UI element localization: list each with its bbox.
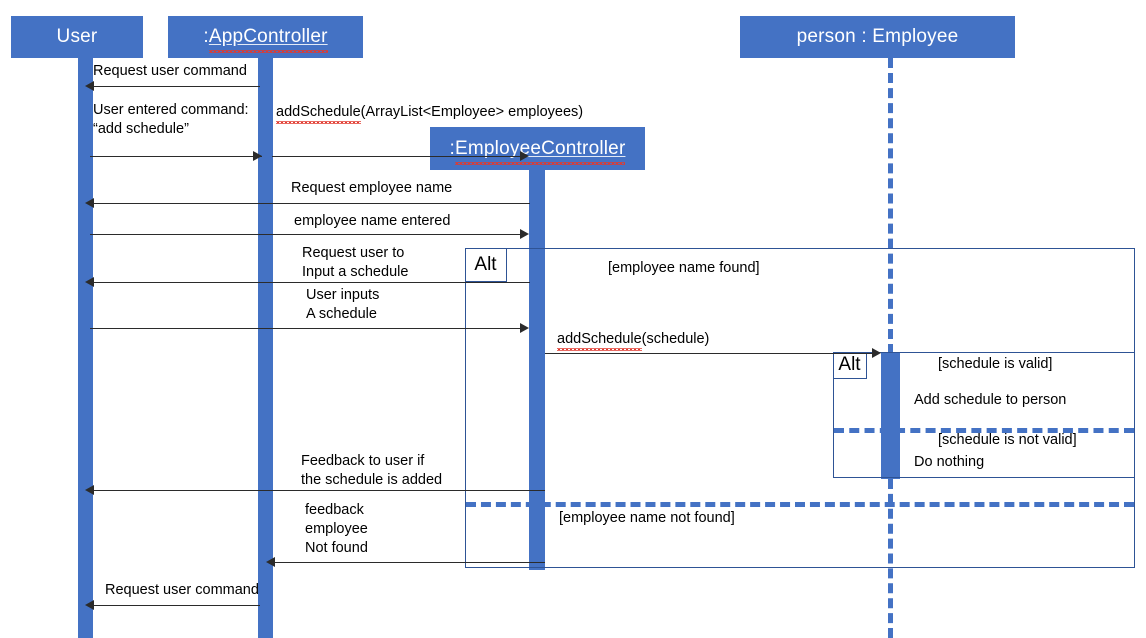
lifeline-header-employee[interactable]: person : Employee (740, 16, 1015, 58)
message-label-user-inputs-schedule-line1: User inputs (306, 287, 380, 303)
message-label-add-schedule-employees-method: addSchedule (276, 104, 361, 124)
message-label-feedback-employee-not-found-line2: employee (305, 521, 368, 537)
message-label-request-input-schedule-line2: Input a schedule (302, 264, 409, 280)
lifeline-header-appcontroller-label: AppController (208, 26, 328, 53)
activation-bar-user (78, 58, 93, 638)
lifeline-header-user[interactable]: User (11, 16, 143, 58)
message-label-request-employee-name: Request employee name (291, 180, 453, 196)
fragment-outer-alt-divider (466, 502, 1134, 507)
message-line-request-user-command-1 (90, 86, 260, 87)
message-line-employee-name-entered (90, 234, 524, 235)
message-line-add-schedule-employees (272, 156, 524, 157)
message-label-feedback-employee-not-found-line1: feedback (305, 502, 364, 518)
message-label-add-schedule: addSchedule(schedule) (557, 330, 710, 351)
message-label-employee-name-entered: employee name entered (294, 213, 451, 229)
sequence-diagram-canvas: User : AppController : EmployeeControlle… (0, 0, 1146, 638)
fragment-outer-alt-guard-2: [employee name not found] (559, 510, 735, 526)
lifeline-header-user-label: User (56, 26, 98, 47)
message-label-request-user-command-1: Request user command (93, 63, 247, 79)
message-line-add-schedule (545, 353, 876, 354)
fragment-outer-alt-guard-1: [employee name found] (608, 260, 760, 276)
message-label-add-schedule-employees: addSchedule(ArrayList<Employee> employee… (276, 103, 584, 124)
message-line-feedback-schedule-added (90, 490, 545, 491)
activation-bar-appcontroller (258, 58, 273, 638)
fragment-outer-alt-operator: Alt (465, 248, 507, 282)
fragment-inner-alt-note-2: Do nothing (914, 454, 985, 470)
message-label-feedback-schedule-added-line2: the schedule is added (301, 472, 443, 488)
message-label-user-entered-command-line2: “add schedule” (93, 121, 189, 137)
arrow-head-feedback-employee-not-found (266, 557, 275, 567)
message-label-add-schedule-method: addSchedule (557, 331, 642, 351)
message-line-request-user-command-2 (90, 605, 260, 606)
message-label-user-entered-command-line1: User entered command: (93, 102, 249, 118)
arrow-head-request-employee-name (85, 198, 94, 208)
lifeline-header-employee-label: person : Employee (796, 26, 959, 47)
message-line-feedback-employee-not-found (271, 562, 545, 563)
message-label-request-user-command-2: Request user command (105, 582, 259, 598)
fragment-inner-alt-guard-2: [schedule is not valid] (938, 432, 1077, 448)
arrow-head-feedback-schedule-added (85, 485, 94, 495)
arrow-head-employee-name-entered (520, 229, 529, 239)
message-label-feedback-employee-not-found-line3: Not found (305, 540, 368, 556)
arrow-head-request-user-command-1 (85, 81, 94, 91)
message-label-feedback-schedule-added-line1: Feedback to user if (301, 453, 425, 469)
fragment-inner-alt-operator: Alt (833, 352, 867, 379)
arrow-head-add-schedule (872, 348, 881, 358)
arrow-head-request-user-command-2 (85, 600, 94, 610)
message-label-add-schedule-employees-args: (ArrayList<Employee> employees) (360, 104, 584, 120)
message-line-request-input-schedule (90, 282, 530, 283)
message-line-user-inputs-schedule (90, 328, 524, 329)
arrow-head-request-input-schedule (85, 277, 94, 287)
message-label-request-input-schedule-line1: Request user to (302, 245, 405, 261)
fragment-inner-alt-guard-1: [schedule is valid] (938, 356, 1053, 372)
arrow-head-user-inputs-schedule (520, 323, 529, 333)
message-line-user-entered-command (90, 156, 262, 157)
message-line-request-employee-name (90, 203, 530, 204)
arrow-head-add-schedule-employees (520, 151, 529, 161)
lifeline-header-appcontroller[interactable]: : AppController (168, 16, 363, 58)
message-label-user-inputs-schedule-line2: A schedule (306, 306, 377, 322)
arrow-head-user-entered-command (253, 151, 262, 161)
fragment-inner-alt-note-1: Add schedule to person (914, 392, 1067, 408)
message-label-add-schedule-args: (schedule) (641, 331, 710, 347)
lifeline-header-employeecontroller[interactable]: : EmployeeController (430, 127, 645, 170)
